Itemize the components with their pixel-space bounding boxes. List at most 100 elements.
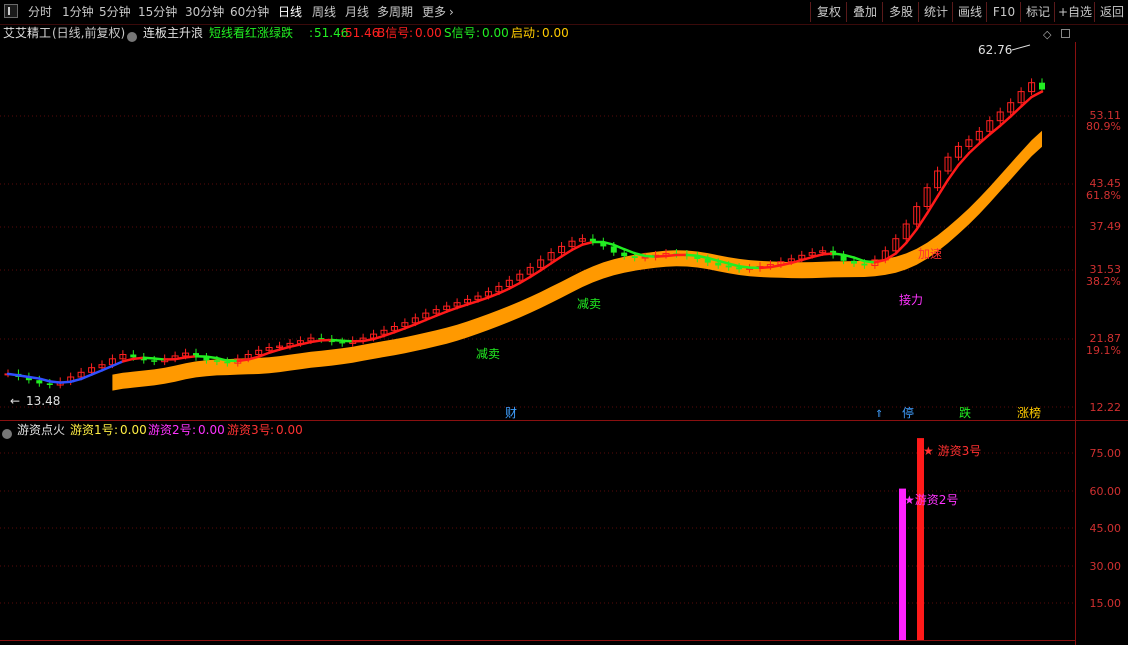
kline-chart[interactable]: 53.11 43.45 37.49 31.53 21.87 12.22 80.9… — [0, 0, 1128, 645]
indicator-name[interactable]: 连板主升浪 — [143, 25, 203, 41]
candle-body — [193, 353, 199, 358]
candle-body — [276, 345, 284, 349]
trend-segment — [393, 327, 407, 334]
candle-body — [161, 358, 169, 363]
mark-button[interactable]: 标记 — [1020, 2, 1055, 22]
candle-body — [830, 250, 837, 256]
fuquan-button[interactable]: 复权 — [810, 2, 847, 22]
price-tick: 21.87 — [1090, 332, 1122, 345]
tab-weekly[interactable]: 周线 — [312, 3, 336, 21]
trend-segment — [309, 339, 323, 344]
draw-line-button[interactable]: 画线 — [952, 2, 987, 22]
candle-body — [965, 139, 973, 147]
trend-segment — [278, 345, 292, 351]
stock-name: 艾艾精工 — [3, 26, 52, 40]
tab-daily[interactable]: 日线 — [278, 3, 302, 21]
candle-body — [766, 264, 774, 267]
multi-stock-button[interactable]: 多股 — [882, 2, 919, 22]
trend-segment — [706, 256, 720, 263]
trend-segment — [330, 338, 344, 342]
trend-segment — [654, 254, 668, 258]
trend-segment — [810, 253, 824, 259]
trend-segment — [842, 253, 856, 259]
tab-more[interactable]: 更多 › — [422, 3, 454, 21]
candle-body — [641, 256, 649, 259]
price-tick: 37.49 — [1090, 220, 1122, 233]
candle-body — [652, 254, 660, 258]
trend-segment — [152, 357, 166, 361]
candle-body — [339, 342, 346, 344]
candle-body — [411, 317, 419, 324]
candle-body — [140, 357, 147, 361]
candle-body — [349, 340, 357, 344]
min-price-label: 13.48 — [26, 394, 60, 408]
price-tick: 53.11 — [1090, 109, 1122, 122]
trend-segment — [414, 318, 428, 326]
diamond-icon[interactable]: ◇ — [1043, 28, 1051, 41]
relay-label: 接力 — [899, 292, 923, 307]
trend-segment — [455, 303, 469, 310]
y1-label: 游资1号 — [70, 423, 114, 437]
sub-tick: 75.00 — [1090, 447, 1122, 460]
candle-body — [56, 381, 64, 386]
sub-annotations: ★游资2号 ★ 游资3号 — [904, 444, 981, 507]
trend-segment — [831, 252, 845, 257]
f10-button[interactable]: F10 — [986, 2, 1021, 22]
trend-segment — [685, 253, 699, 257]
candle-body — [861, 263, 868, 266]
trend-segment — [925, 195, 939, 215]
trend-segment — [403, 323, 417, 330]
price-axis: 53.11 43.45 37.49 31.53 21.87 12.22 80.9… — [1086, 109, 1121, 414]
stats-button[interactable]: 统计 — [918, 2, 953, 22]
trend-segment — [696, 254, 710, 260]
candle-body — [537, 259, 545, 268]
candle-body — [265, 347, 273, 351]
tab-fenshi[interactable]: 分时 — [28, 3, 52, 21]
back-button[interactable]: 返回 — [1094, 2, 1128, 22]
candle-body — [725, 265, 732, 268]
maximize-panel-icon[interactable] — [1061, 29, 1070, 38]
trend-segment — [267, 348, 281, 354]
y1-value: 0.00 — [120, 423, 147, 437]
period-toolbar: 分时 1分钟 5分钟 15分钟 30分钟 60分钟 日线 周线 月线 多周期 更… — [0, 0, 1128, 25]
tab-1min[interactable]: 1分钟 — [62, 3, 94, 21]
tab-30min[interactable]: 30分钟 — [185, 3, 224, 21]
marker-zhangbang: 涨榜 — [1017, 405, 1041, 420]
trend-segment — [257, 351, 271, 358]
candle-body — [996, 111, 1004, 122]
trend-segment — [487, 292, 501, 299]
trend-segment — [612, 243, 626, 251]
menu-toggle-icon[interactable] — [4, 4, 18, 18]
trend-segment — [539, 262, 553, 272]
sub-indicator-settings-icon[interactable] — [2, 425, 12, 441]
candle-body — [380, 329, 388, 335]
indicator-settings-icon[interactable] — [127, 28, 137, 44]
candle-body — [892, 238, 900, 252]
start-colon: : — [536, 26, 541, 40]
trend-segment — [236, 358, 250, 363]
trend-segment — [904, 228, 918, 245]
tab-monthly[interactable]: 月线 — [345, 3, 369, 21]
candle-body — [610, 246, 617, 253]
tab-60min[interactable]: 60分钟 — [230, 3, 269, 21]
percent-tick: 38.2% — [1086, 275, 1121, 288]
add-watchlist-button[interactable]: +自选 — [1054, 2, 1095, 22]
percent-tick: 61.8% — [1086, 189, 1121, 202]
trend-segment — [205, 355, 219, 360]
trend-lines — [6, 90, 1044, 384]
tab-5min[interactable]: 5分钟 — [99, 3, 131, 21]
trend-segment — [497, 287, 511, 295]
tab-15min[interactable]: 15分钟 — [138, 3, 177, 21]
bar3-label: ★ 游资3号 — [923, 444, 981, 458]
candle-body — [704, 258, 711, 263]
chart-mode[interactable]: (日线,前复权) — [52, 25, 125, 41]
overlay-button[interactable]: 叠加 — [846, 2, 883, 22]
sub-indicator-name[interactable]: 游资点火 — [17, 422, 65, 438]
trend-segment — [361, 337, 375, 343]
candle-body — [975, 130, 983, 141]
candle-body — [798, 254, 806, 260]
trend-segment — [38, 377, 52, 383]
candle-body — [600, 242, 607, 247]
tab-multi-period[interactable]: 多周期 — [377, 3, 413, 21]
candle-body — [390, 326, 398, 331]
